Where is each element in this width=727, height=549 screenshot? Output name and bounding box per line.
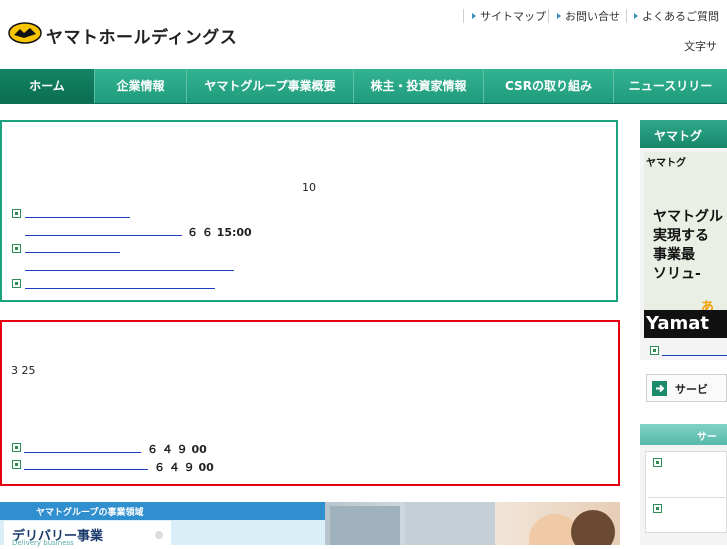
news-box-green [0, 120, 618, 302]
news-link-3[interactable] [25, 252, 120, 253]
news-link-4[interactable] [25, 270, 234, 271]
notice-date: 3 25 [11, 364, 36, 377]
faq-link[interactable]: よくあるご質問 [634, 8, 719, 24]
logo-text: ヤマトホールディングス [46, 28, 238, 48]
notice-date-1: ６ ４ ９ 00 [147, 443, 207, 456]
nav-company[interactable]: 企業情報 [95, 69, 187, 103]
service-label: サービ [675, 383, 708, 396]
banner-photo [325, 502, 620, 549]
faq-label: よくあるご質問 [642, 10, 719, 23]
banner-title: ヤマトグループの事業領域 [36, 508, 144, 518]
banner-photo-art [330, 502, 615, 549]
contact-link[interactable]: お問い合せ [557, 8, 620, 24]
util-separator [626, 9, 627, 23]
notice-date-2: ６ ４ ９ 00 [154, 461, 214, 474]
arrow-right-icon [652, 381, 667, 396]
link-icon [12, 209, 21, 218]
news-count: 10 [302, 181, 316, 194]
link-icon [653, 504, 662, 513]
company-logo[interactable]: ヤマトホールディングス [8, 22, 238, 48]
news-link-1[interactable] [25, 217, 130, 218]
link-icon [12, 244, 21, 253]
nav-investors[interactable]: 株主・投資家情報 [354, 69, 484, 103]
ad-brand: Yamat [646, 313, 710, 334]
contact-label: お問い合せ [565, 10, 620, 23]
delivery-sublabel: Delivery business [12, 539, 74, 547]
arrow-icon [472, 13, 476, 19]
news-date-1: ６ ６ 15:00 [187, 226, 252, 239]
link-icon [12, 460, 21, 469]
util-separator [463, 9, 464, 23]
nav-news[interactable]: ニュースリリー [614, 69, 727, 103]
text-size-label: 文字サ [684, 40, 717, 53]
arrow-icon [557, 13, 561, 19]
divider [648, 497, 726, 498]
link-icon [650, 346, 659, 355]
arrow-icon [634, 13, 638, 19]
link-icon [653, 458, 662, 467]
black-cat-logo-icon [8, 22, 42, 44]
sitemap-label: サイトマップ [480, 10, 546, 23]
notice-box-red [0, 320, 620, 486]
nav-csr[interactable]: CSRの取り組み [484, 69, 614, 103]
notice-link-2[interactable] [24, 469, 148, 470]
sidebar-header-label: ヤマトグ [654, 129, 703, 143]
sitemap-link[interactable]: サイトマップ [472, 8, 546, 24]
news-link-2[interactable] [25, 235, 182, 236]
nav-home[interactable]: ホーム [0, 69, 95, 103]
ad-copy: ヤマトグル 実現する 事業最 ソリュ- [653, 209, 723, 282]
notice-link-1[interactable] [24, 452, 141, 453]
news-link-5[interactable] [25, 288, 215, 289]
link-icon [12, 279, 21, 288]
link-icon [12, 443, 21, 452]
ad-logo: ヤマトグ [646, 158, 686, 169]
util-separator [548, 9, 549, 23]
nav-business-overview[interactable]: ヤマトグループ事業概要 [187, 69, 354, 103]
global-nav: ホーム 企業情報 ヤマトグループ事業概要 株主・投資家情報 CSRの取り組み ニ… [0, 69, 727, 104]
arrow-right-icon [155, 531, 163, 539]
sidebar-link[interactable] [662, 355, 727, 356]
sidebar-section-label: サー [697, 432, 717, 443]
